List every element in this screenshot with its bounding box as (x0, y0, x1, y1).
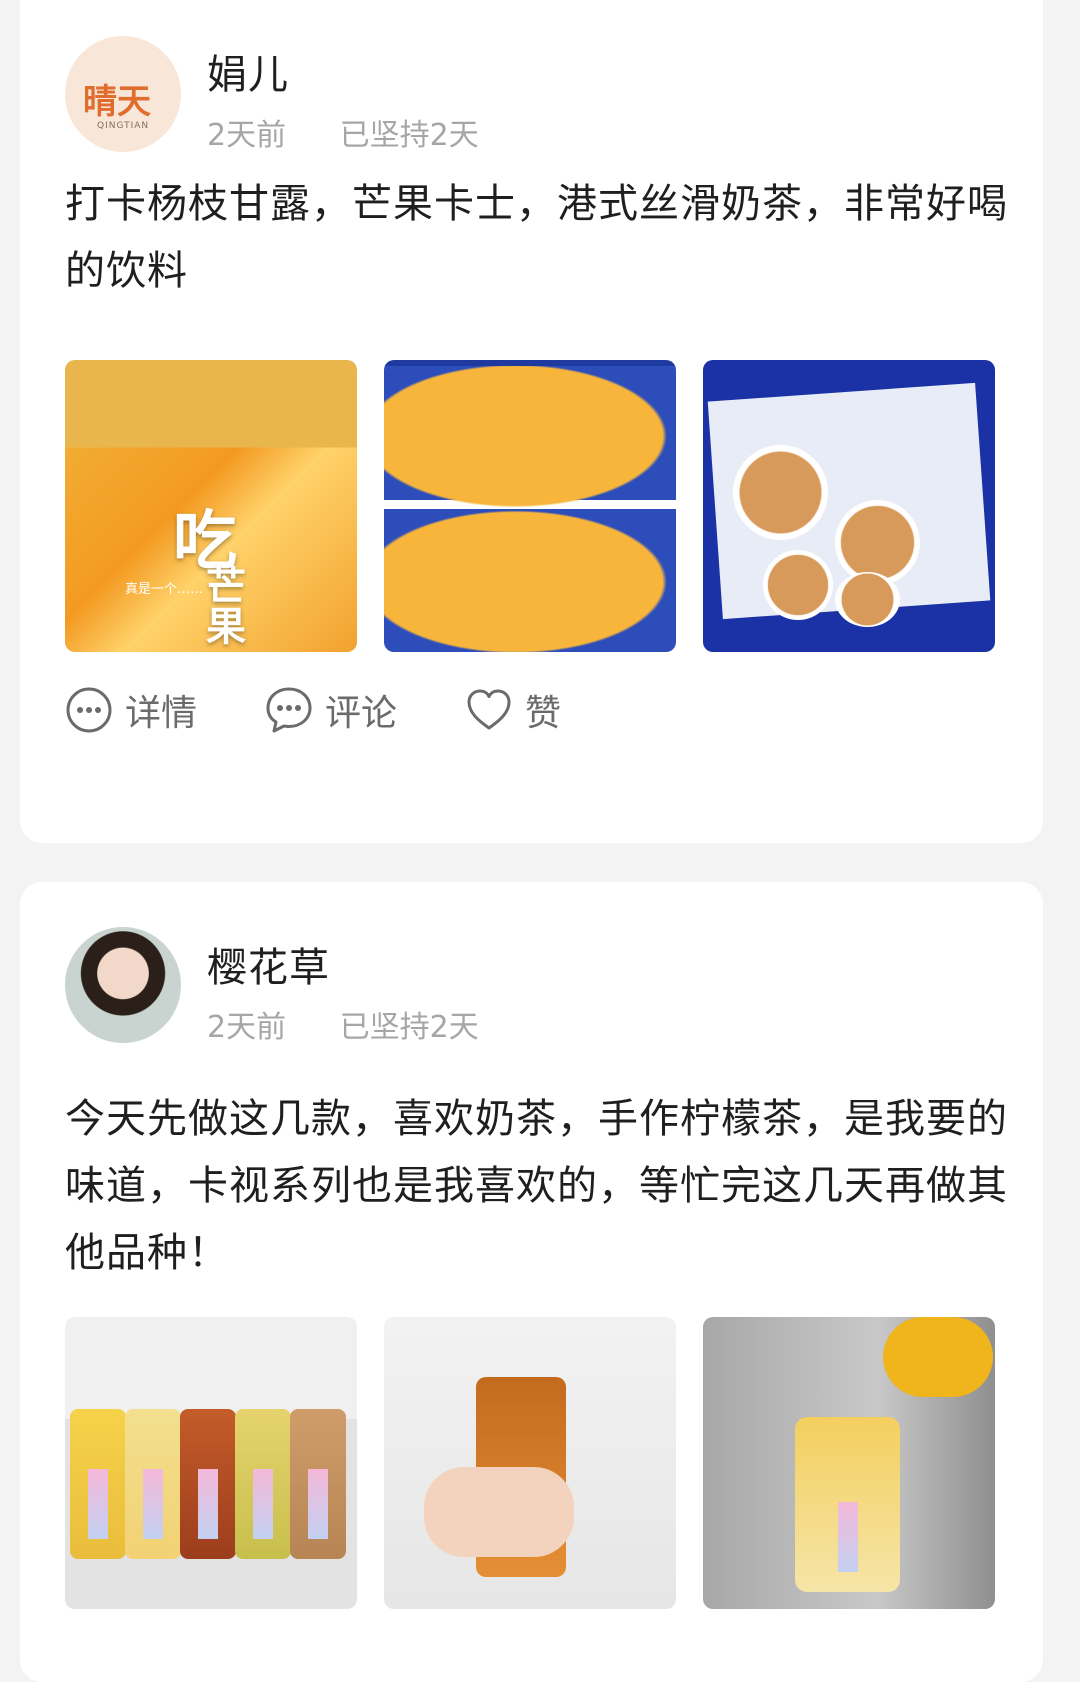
post-image-lemon-tea[interactable] (384, 1317, 676, 1609)
streak-text: 已坚持2天 (339, 1010, 479, 1045)
post-image-milk-drink[interactable] (703, 1317, 995, 1609)
post-image-mango[interactable]: 吃 芒果 真是一个…… (65, 360, 357, 652)
image-text-small: 真是一个…… (125, 582, 204, 597)
drink-bottle (180, 1409, 236, 1559)
tea-cup (763, 550, 833, 620)
tea-cup (835, 500, 920, 585)
post-actions: 详情 评论 赞 (65, 680, 629, 740)
post-time: 2天前 (207, 1010, 287, 1045)
user-photo (65, 927, 181, 1043)
streak-text: 已坚持2天 (339, 118, 479, 153)
post-meta: 2天前 已坚持2天 (207, 1002, 479, 1046)
drink-bottle (235, 1409, 291, 1559)
post-text: 今天先做这几款，喜欢奶茶，手作柠檬茶，是我要的味道，卡视系列也是我喜欢的，等忙完… (65, 1096, 1008, 1276)
comment-dots-icon (266, 687, 312, 733)
detail-button[interactable]: 详情 (65, 684, 197, 736)
image-text-vertical: 芒果 (199, 565, 245, 645)
post-image-drinks[interactable] (65, 1317, 357, 1609)
tea-cup (835, 572, 900, 627)
user-name[interactable]: 娟儿 (207, 42, 289, 100)
like-label: 赞 (525, 693, 562, 734)
more-dots-icon (66, 687, 112, 733)
tea-cup (733, 445, 828, 540)
hand (424, 1467, 574, 1557)
user-name[interactable]: 樱花草 (207, 935, 330, 993)
detail-label: 详情 (125, 693, 198, 734)
heart-icon (467, 689, 511, 730)
like-button[interactable]: 赞 (465, 684, 561, 736)
logo-subtext: QINGTIAN (97, 121, 150, 131)
post-card: 樱花草 2天前 已坚持2天 今天先做这几款，喜欢奶茶，手作柠檬茶，是我要的味道，… (20, 882, 1043, 1682)
post-time: 2天前 (207, 118, 287, 153)
post-card: 晴天 QINGTIAN 娟儿 2天前 已坚持2天 打卡杨枝甘露，芒果卡士，港式丝… (20, 0, 1043, 843)
comment-button[interactable]: 评论 (265, 684, 397, 736)
avatar[interactable] (65, 927, 181, 1043)
drink-bottle (290, 1409, 346, 1559)
comment-label: 评论 (325, 693, 398, 734)
post-image-mango-drink[interactable] (384, 360, 676, 652)
drink-bottle (70, 1409, 126, 1559)
logo-text: 晴天 (83, 82, 151, 122)
post-meta: 2天前 已坚持2天 (207, 110, 479, 154)
post-image-milk-tea[interactable] (703, 360, 995, 652)
bakery-logo-avatar: 晴天 QINGTIAN (65, 36, 181, 152)
drink-bottle (125, 1409, 181, 1559)
drink-cup (795, 1417, 900, 1592)
sunflower (883, 1317, 993, 1397)
avatar[interactable]: 晴天 QINGTIAN (65, 36, 181, 152)
post-text: 打卡杨枝甘露，芒果卡士，港式丝滑奶茶，非常好喝的饮料 (65, 181, 1008, 294)
